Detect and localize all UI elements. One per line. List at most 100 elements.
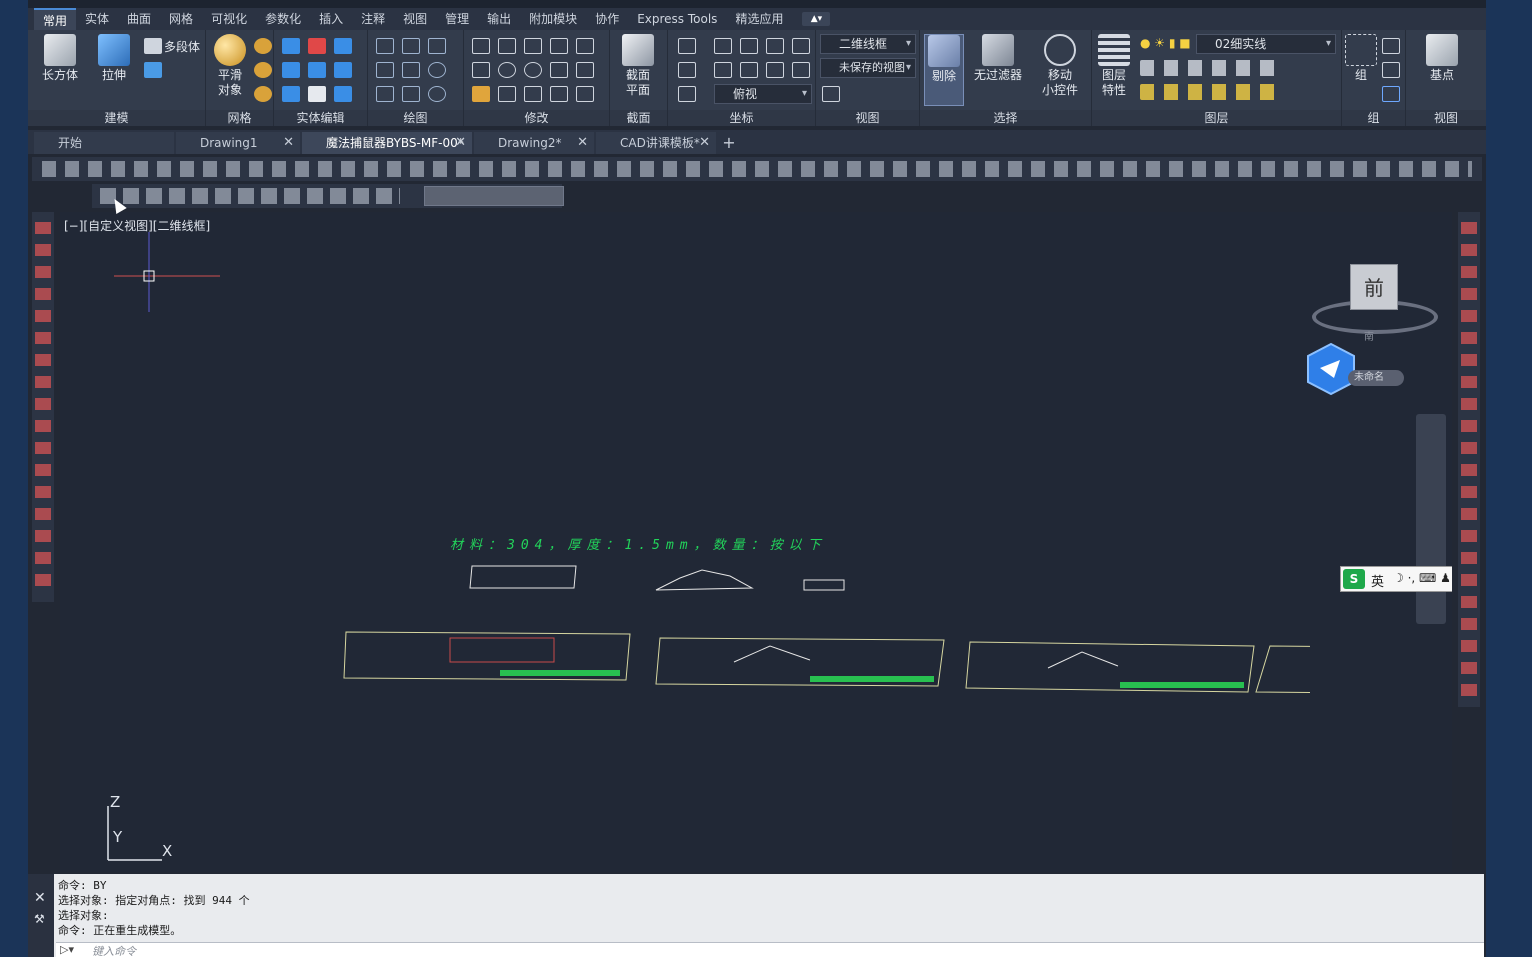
ribbon-tab-addins[interactable]: 附加模块	[520, 8, 586, 30]
panel-title-modeling[interactable]: 建模	[28, 110, 205, 126]
subtract-icon[interactable]	[308, 38, 326, 54]
mirror-icon[interactable]	[472, 38, 490, 54]
layer-state-icons[interactable]: ● ☀ ▮ ■	[1140, 36, 1196, 52]
line-icon[interactable]	[376, 38, 394, 54]
ribbon-tab-visualize[interactable]: 可视化	[202, 8, 256, 30]
section-plane-button[interactable]: 截面 平面	[614, 34, 662, 100]
polysolid-icon[interactable]	[144, 38, 162, 54]
command-input[interactable]: ▷▾ 键入命令	[56, 942, 1484, 957]
close-icon[interactable]: ✕	[699, 132, 710, 154]
base-point-button[interactable]: 基点	[1414, 34, 1470, 100]
ribbon-tab-surface[interactable]: 曲面	[118, 8, 160, 30]
ucs-icon[interactable]	[678, 38, 696, 54]
interfere-icon[interactable]	[282, 62, 300, 78]
no-filter-button[interactable]: 无过滤器	[970, 34, 1026, 100]
erase-icon[interactable]	[472, 86, 490, 102]
spline-icon[interactable]	[376, 62, 394, 78]
mesh-split-icon[interactable]	[254, 86, 272, 102]
imprint-icon[interactable]	[308, 86, 326, 102]
fillet-icon[interactable]	[576, 62, 594, 78]
extract-edges-icon[interactable]	[282, 86, 300, 102]
thicken-icon[interactable]	[334, 62, 352, 78]
current-layer-dropdown[interactable]: 02细实线	[1196, 34, 1336, 54]
ucs-named-icon[interactable]	[678, 86, 696, 102]
ribbon-tab-parametric[interactable]: 参数化	[256, 8, 310, 30]
slice-icon[interactable]	[308, 62, 326, 78]
command-line-handle[interactable]: ✕ ⚒	[28, 874, 54, 957]
polygon-icon[interactable]	[376, 86, 394, 102]
doc-tab-cad-template[interactable]: CAD讲课模板* ✕	[596, 132, 716, 154]
new-tab-button[interactable]: +	[718, 132, 740, 154]
ribbon-tab-insert[interactable]: 插入	[310, 8, 352, 30]
ucs-object-icon[interactable]	[678, 62, 696, 78]
doc-tab-mouse-trap[interactable]: 魔法捕鼠器BYBS-MF-00* ✕	[302, 132, 472, 154]
arc-icon[interactable]	[428, 38, 446, 54]
xline-icon[interactable]	[402, 62, 420, 78]
ribbon-tab-solid[interactable]: 实体	[76, 8, 118, 30]
panel-title-groups[interactable]: 组	[1342, 110, 1405, 126]
panel-title-coordinates[interactable]: 坐标	[668, 110, 815, 126]
box-button[interactable]: 长方体	[36, 34, 84, 100]
mesh-refine-icon[interactable]	[254, 38, 272, 54]
extrude-button[interactable]: 拉伸	[90, 34, 138, 100]
doc-tab-start[interactable]: 开始	[34, 132, 174, 154]
panel-title-section[interactable]: 截面	[610, 110, 667, 126]
ribbon-tab-mesh[interactable]: 网格	[160, 8, 202, 30]
view-toolbar-icons[interactable]	[100, 188, 400, 204]
union-icon[interactable]	[282, 38, 300, 54]
viewport-config-icon[interactable]	[822, 86, 840, 102]
ime-tools[interactable]: ☽ ·, ⌨ ♟ ⁂	[1393, 571, 1452, 585]
offset-icon[interactable]	[550, 86, 568, 102]
align-icon[interactable]	[472, 62, 490, 78]
polysolid-label[interactable]: 多段体	[164, 38, 200, 55]
ribbon-tab-express-tools[interactable]: Express Tools	[628, 8, 726, 30]
close-icon[interactable]: ✕	[283, 132, 294, 154]
ucs-world-icon[interactable]	[714, 38, 732, 54]
view-direction-dropdown[interactable]: 俯视	[714, 84, 812, 104]
3d-rotate-icon[interactable]	[498, 38, 516, 54]
panel-title-view[interactable]: 视图	[816, 110, 919, 126]
trim-icon[interactable]	[576, 38, 594, 54]
ucs-z-icon[interactable]	[792, 62, 810, 78]
wcs-dropdown[interactable]: 未命名	[1348, 370, 1404, 386]
ucs-y-icon[interactable]	[766, 62, 784, 78]
panel-title-layers[interactable]: 图层	[1092, 110, 1341, 126]
command-prompt-icon[interactable]: ▷▾	[60, 943, 74, 956]
ribbon-tab-view[interactable]: 视图	[394, 8, 436, 30]
ungroup-icon[interactable]	[1382, 38, 1400, 54]
ime-language-toggle[interactable]: 英	[1371, 571, 1384, 590]
layer-tools-row-1[interactable]	[1140, 60, 1280, 76]
explode-icon[interactable]	[524, 86, 542, 102]
ribbon-tab-home[interactable]: 常用	[34, 8, 77, 30]
left-tool-icons[interactable]	[35, 222, 51, 592]
wcs-badge-icon[interactable]	[1306, 342, 1356, 396]
panel-title-mesh[interactable]: 网格	[206, 110, 273, 126]
ime-toolbar[interactable]: S 英 ☽ ·, ⌨ ♟ ⁂	[1340, 566, 1452, 592]
ribbon-tab-featured-apps[interactable]: 精选应用	[726, 8, 792, 30]
right-tool-icons[interactable]	[1461, 222, 1477, 702]
view-combo-dropdown[interactable]	[424, 186, 564, 206]
drawing-canvas[interactable]: [−][自定义视图][二维线框] 材料：304，厚度：1.5mm，数量：按以下	[60, 212, 1452, 872]
ucs-3point-icon[interactable]	[792, 38, 810, 54]
copy-icon[interactable]	[550, 38, 568, 54]
panel-title-modify[interactable]: 修改	[464, 110, 609, 126]
navigation-bar[interactable]	[1416, 414, 1446, 624]
close-icon[interactable]: ✕	[577, 132, 588, 154]
viewcube-front-face[interactable]: 前	[1350, 264, 1398, 310]
panel-title-solid-edit[interactable]: 实体编辑	[274, 110, 367, 126]
panel-title-view-base[interactable]: 视图	[1406, 110, 1486, 126]
shell-icon[interactable]	[334, 86, 352, 102]
group-edit-icon[interactable]	[1382, 62, 1400, 78]
doc-tab-drawing1[interactable]: Drawing1 ✕	[176, 132, 300, 154]
close-icon[interactable]: ✕	[34, 890, 46, 906]
smooth-object-button[interactable]: 平滑 对象	[208, 34, 252, 100]
stretch-icon[interactable]	[498, 86, 516, 102]
ucs-view-icon[interactable]	[714, 62, 732, 78]
ribbon-tab-manage[interactable]: 管理	[436, 8, 478, 30]
ribbon-minimize-button[interactable]: ▲▾	[802, 12, 831, 26]
close-icon[interactable]: ✕	[455, 132, 466, 154]
ucs-origin-icon[interactable]	[740, 38, 758, 54]
cull-button[interactable]: 剔除	[924, 34, 964, 106]
layer-tools-row-2[interactable]	[1140, 84, 1280, 100]
layer-properties-button[interactable]: 图层 特性	[1094, 34, 1134, 100]
